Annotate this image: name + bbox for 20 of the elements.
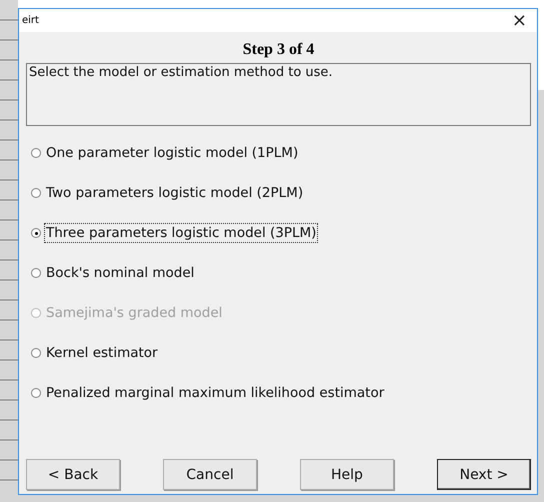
wizard-button[interactable]: Help (300, 459, 394, 490)
radio-button[interactable] (31, 388, 41, 398)
wizard-button[interactable]: Cancel (163, 459, 257, 490)
close-button[interactable]: × (510, 12, 529, 30)
option-label[interactable]: One parameter logistic model (1PLM) (44, 143, 300, 163)
wizard-button[interactable]: < Back (26, 459, 120, 490)
option-label[interactable]: Three parameters logistic model (3PLM) (44, 223, 318, 243)
radio-button[interactable] (31, 188, 41, 198)
description-text: Select the model or estimation method to use. (26, 63, 531, 126)
radio-button[interactable] (31, 348, 41, 358)
radio-button[interactable] (31, 268, 41, 278)
option-label[interactable]: Two parameters logistic model (2PLM) (44, 183, 306, 203)
wizard-button[interactable]: Next > (437, 459, 531, 490)
radio-button[interactable] (31, 148, 41, 158)
option-label[interactable]: Bock's nominal model (44, 263, 196, 283)
step-heading: Step 3 of 4 (242, 41, 316, 60)
option-label[interactable]: Kernel estimator (44, 343, 160, 363)
radio-button[interactable] (31, 228, 41, 238)
window-title: eirt (22, 15, 39, 26)
option-label[interactable]: Penalized marginal maximum likelihood estimator (44, 383, 386, 403)
